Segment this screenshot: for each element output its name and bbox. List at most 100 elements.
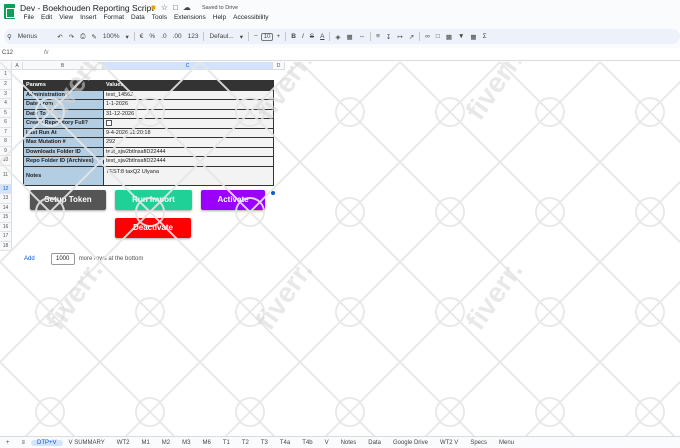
font-size-decrease[interactable]: − [251,33,261,40]
undo-icon[interactable]: ↶ [54,33,65,41]
sheet-tab[interactable]: DTP+V [31,439,63,446]
column-header-c[interactable]: C [103,62,273,70]
sheet-tab[interactable]: Menu [493,440,520,446]
search-menus[interactable]: Menus [15,33,41,40]
merge-cells-icon[interactable]: ⇔ [356,33,369,40]
borders-icon[interactable]: ▦ [343,33,355,41]
sheet-tab[interactable]: Google Drive [387,440,434,446]
font-select[interactable]: Defaul... [206,33,236,40]
param-key[interactable]: Date To [23,108,104,119]
move-folder-icon[interactable]: □ [173,3,178,12]
row-header[interactable]: 16 [0,222,12,232]
sheet-grid[interactable]: A B C D 1 2 3 4 5 6 7 8 9 10 11 12 13 14… [0,62,680,436]
row-header[interactable]: 9 [0,146,12,156]
param-value[interactable]: test_14562 [103,89,274,100]
align-horizontal-icon[interactable]: ≡ [373,33,383,40]
row-header[interactable]: 1 [0,70,12,80]
param-key[interactable]: Repo Folder ID (Archives) [23,156,104,167]
document-title[interactable]: Dev - Boekhouden Reporting Script [20,3,154,13]
sheet-tab[interactable]: T2 [236,440,255,446]
chevron-down-icon[interactable]: ▾ [122,33,131,41]
sheet-tab[interactable]: Notes [335,440,363,446]
comment-icon[interactable]: □ [433,33,443,40]
menu-tools[interactable]: Tools [148,14,170,21]
param-value[interactable]: test_sjw2btlnsafiD22444 [103,146,274,157]
menu-view[interactable]: View [56,14,77,21]
row-header[interactable]: 10 [0,156,12,166]
sheet-tab[interactable]: V [319,440,335,446]
sheet-tab[interactable]: M6 [196,440,216,446]
param-value[interactable]: 292 [103,137,274,148]
column-header-b[interactable]: B [23,62,103,70]
more-formats[interactable]: 123 [185,33,202,40]
align-vertical-icon[interactable]: ↧ [383,33,394,41]
row-header[interactable]: 6 [0,118,12,128]
param-key[interactable]: Administration # [23,89,104,100]
functions-icon[interactable]: Σ [480,33,490,40]
link-icon[interactable]: ∞ [422,33,433,40]
add-sheet-icon[interactable]: + [0,440,16,446]
search-icon[interactable]: ⚲ [4,33,15,41]
row-header[interactable]: 17 [0,232,12,242]
param-value[interactable]: 9-4-2026 11:20:18 [103,127,274,138]
filter-icon[interactable]: ▼ [455,33,467,40]
select-all-corner[interactable] [0,62,12,70]
menu-help[interactable]: Help [209,14,229,21]
param-value[interactable]: test_sjw2btlnsafiD22444 [103,156,274,167]
param-key[interactable]: Notes [23,165,104,186]
param-key[interactable]: Date From [23,99,104,110]
menu-edit[interactable]: Edit [37,14,55,21]
bold-button[interactable]: B [288,33,299,40]
param-key[interactable]: Max Mutation # [23,137,104,148]
sheet-tab[interactable]: M1 [135,440,155,446]
text-color-button[interactable]: A [317,33,327,40]
sheet-tab[interactable]: T4a [274,440,296,446]
filter-views-icon[interactable]: ▦ [467,33,479,41]
text-wrap-icon[interactable]: ↦ [394,33,405,41]
sheets-logo-icon[interactable] [4,4,15,19]
all-sheets-icon[interactable]: ≡ [16,440,32,446]
strikethrough-button[interactable]: S [307,33,317,40]
sheet-tab[interactable]: Specs [464,440,493,446]
param-key[interactable]: Last Run At [23,127,104,138]
print-icon[interactable]: ⎙ [77,33,88,41]
activate-button[interactable]: Activate [201,190,265,210]
sheet-tab[interactable]: Data [362,440,387,446]
param-key[interactable]: Create Repository Full? [23,118,104,129]
row-header[interactable]: 14 [0,203,12,213]
row-header[interactable]: 2 [0,80,12,90]
row-header[interactable]: 11 [0,165,12,185]
deactivate-button[interactable]: Deactivate [115,218,191,238]
param-value[interactable]: 31-12-2026 [103,108,274,119]
row-header[interactable]: 15 [0,213,12,223]
param-value-checkbox-cell[interactable] [103,118,274,129]
row-header[interactable]: 18 [0,241,12,251]
redo-icon[interactable]: ↷ [66,33,77,41]
column-header-a[interactable]: A [12,62,23,70]
row-header[interactable]: 8 [0,137,12,147]
font-size-input[interactable]: 10 [260,32,274,41]
column-header-d[interactable]: D [273,62,285,70]
row-header-selected[interactable]: 12 [0,184,12,194]
apps-script-icon[interactable]: ■ [151,3,156,12]
row-header[interactable]: 13 [0,194,12,204]
chevron-down-icon[interactable]: ▾ [237,33,246,41]
menu-data[interactable]: Data [128,14,149,21]
menu-format[interactable]: Format [100,14,128,21]
sheet-tab[interactable]: T3 [255,440,274,446]
setup-token-button[interactable]: Setup Token [30,190,106,210]
percent-format[interactable]: % [146,33,158,40]
sheet-tab[interactable]: WT2 [111,440,136,446]
sheet-tab[interactable]: V SUMMARY [63,440,111,446]
star-icon[interactable]: ☆ [161,3,168,12]
row-header[interactable]: 7 [0,127,12,137]
header-params[interactable]: Params [23,80,104,91]
menu-insert[interactable]: Insert [77,14,100,21]
sheet-tab[interactable]: M2 [156,440,176,446]
sheet-tab[interactable]: M3 [176,440,196,446]
sheet-tab[interactable]: T1 [217,440,236,446]
add-rows-count-input[interactable]: 1000 [50,253,75,265]
header-values[interactable]: Values [103,80,274,91]
currency-format[interactable]: € [137,33,147,40]
row-header[interactable]: 4 [0,99,12,109]
